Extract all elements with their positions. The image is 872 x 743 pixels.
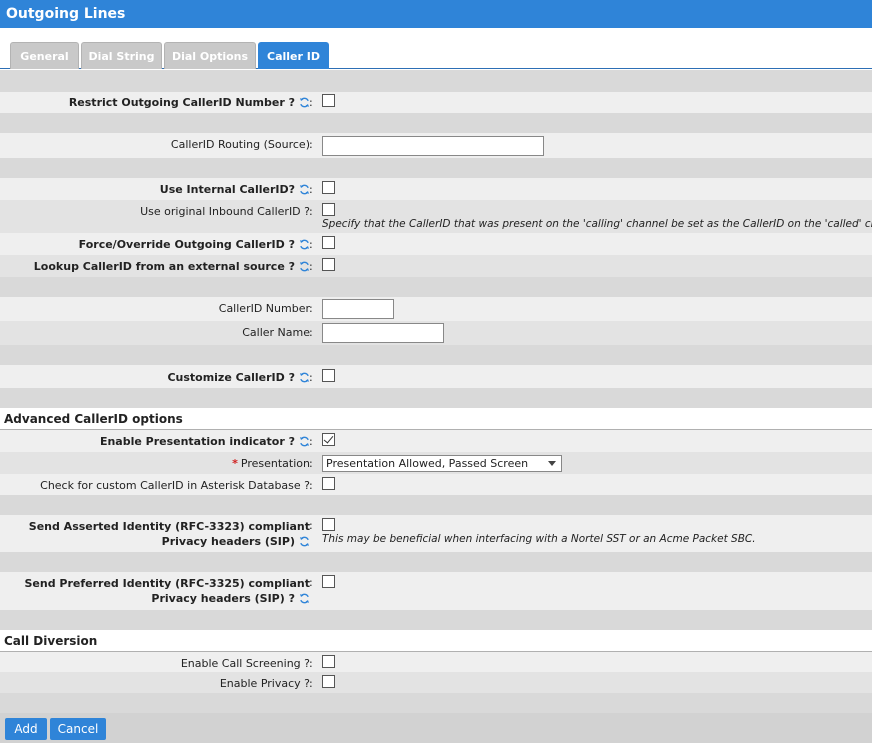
custom-callerid-db-label: Check for custom CallerID in Asterisk Da… (40, 479, 310, 492)
colon: : (309, 326, 313, 339)
cancel-button[interactable]: Cancel (50, 718, 106, 740)
spacer-band (0, 345, 872, 365)
customize-callerid-checkbox[interactable] (322, 369, 335, 382)
colon: : (309, 205, 313, 218)
section-advanced-callerid: Advanced CallerID options (0, 408, 872, 430)
restrict-callerid-label: Restrict Outgoing CallerID Number ? (69, 96, 310, 109)
colon: : (309, 260, 313, 273)
lookup-external-checkbox[interactable] (322, 258, 335, 271)
asserted-identity-hint: This may be beneficial when interfacing … (322, 533, 756, 545)
form-row (0, 178, 872, 200)
window-title: Outgoing Lines (0, 0, 872, 28)
spacer-band (0, 158, 872, 178)
colon: : (309, 302, 313, 315)
tab-dial-options[interactable]: Dial Options (164, 42, 256, 69)
callerid-number-label: CallerID Number (218, 302, 310, 315)
use-original-inbound-hint: Specify that the CallerID that was prese… (322, 218, 872, 230)
spacer-band (0, 113, 872, 133)
presentation-indicator-label: Enable Presentation indicator ? (100, 435, 310, 448)
privacy-label: Enable Privacy ? (219, 677, 310, 690)
caller-name-label: Caller Name (242, 326, 310, 339)
required-asterisk-icon: * (232, 457, 238, 470)
tab-dial-string[interactable]: Dial String (81, 42, 162, 69)
lookup-external-label: Lookup CallerID from an external source … (34, 260, 310, 273)
callerid-routing-input[interactable] (322, 136, 544, 156)
spacer-band (0, 70, 872, 92)
asserted-identity-label: Send Asserted Identity (RFC-3323) compli… (28, 520, 310, 548)
use-internal-checkbox[interactable] (322, 181, 335, 194)
force-override-label: Force/Override Outgoing CallerID ? (79, 238, 310, 251)
form-row (0, 672, 872, 693)
colon: : (309, 238, 313, 251)
use-internal-label: Use Internal CallerID? (160, 183, 310, 196)
colon: : (309, 435, 313, 448)
restrict-callerid-checkbox[interactable] (322, 94, 335, 107)
customize-callerid-label: Customize CallerID ? (167, 371, 310, 384)
form-row (0, 365, 872, 388)
colon: : (309, 138, 313, 151)
preferred-identity-checkbox[interactable] (322, 575, 335, 588)
form-row (0, 297, 872, 321)
call-screening-checkbox[interactable] (322, 655, 335, 668)
presentation-select[interactable]: Presentation Allowed, Passed Screen (322, 455, 562, 472)
force-override-checkbox[interactable] (322, 236, 335, 249)
spacer-band (0, 693, 872, 713)
asserted-identity-checkbox[interactable] (322, 518, 335, 531)
use-original-inbound-label: Use original Inbound CallerID ? (140, 205, 310, 218)
sync-help-icon[interactable] (299, 536, 310, 547)
spacer-band (0, 610, 872, 630)
colon: : (309, 457, 313, 470)
colon: : (309, 371, 313, 384)
callerid-number-input[interactable] (322, 299, 394, 319)
sync-help-icon[interactable] (299, 593, 310, 604)
preferred-identity-label: Send Preferred Identity (RFC-3325) compl… (24, 577, 310, 605)
callerid-routing-label: CallerID Routing (Source) (170, 138, 310, 151)
spacer-band (0, 277, 872, 297)
colon: : (309, 677, 313, 690)
presentation-select-value: Presentation Allowed, Passed Screen (326, 457, 529, 470)
colon: : (309, 519, 313, 532)
spacer-band (0, 552, 872, 572)
spacer-band (0, 495, 872, 515)
presentation-indicator-checkbox[interactable] (322, 433, 335, 446)
footer-bar (0, 713, 872, 743)
chevron-down-icon (548, 461, 556, 466)
colon: : (309, 576, 313, 589)
custom-callerid-db-checkbox[interactable] (322, 477, 335, 490)
colon: : (309, 96, 313, 109)
caller-name-input[interactable] (322, 323, 444, 343)
section-call-diversion: Call Diversion (0, 630, 872, 652)
call-screening-label: Enable Call Screening ? (180, 657, 310, 670)
spacer-band (0, 388, 872, 408)
privacy-checkbox[interactable] (322, 675, 335, 688)
add-button[interactable]: Add (5, 718, 47, 740)
form-row (0, 652, 872, 672)
tab-caller-id[interactable]: Caller ID (258, 42, 329, 69)
colon: : (309, 657, 313, 670)
colon: : (309, 183, 313, 196)
tab-general[interactable]: General (10, 42, 79, 69)
tab-bar: General Dial String Dial Options Caller … (0, 28, 872, 69)
colon: : (309, 479, 313, 492)
use-original-inbound-checkbox[interactable] (322, 203, 335, 216)
presentation-label: * Presentation (232, 457, 310, 470)
